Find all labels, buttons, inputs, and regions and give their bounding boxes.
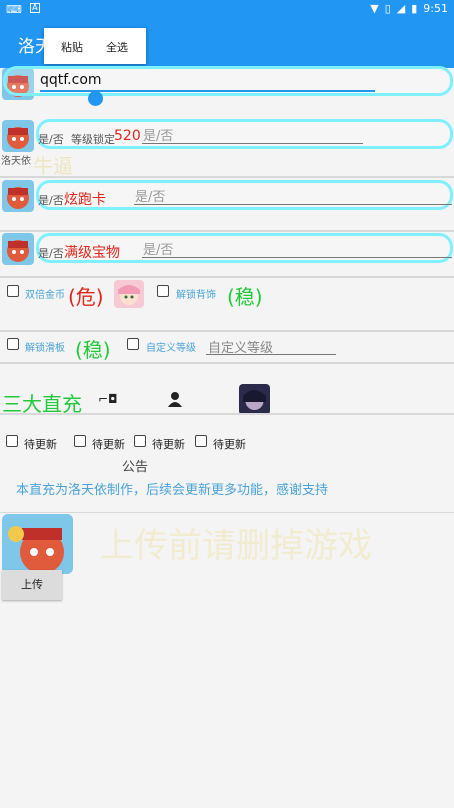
row-divider: [0, 176, 454, 178]
level-lock-toggle-label[interactable]: 是/否: [38, 131, 64, 147]
pending-label: 待更新: [213, 438, 246, 451]
pending-checkbox[interactable]: [6, 435, 18, 447]
row-divider: [0, 330, 454, 332]
wifi-icon: ▼: [370, 2, 379, 15]
dark-avatar: [239, 384, 270, 415]
max-treasure-input[interactable]: 是/否: [143, 239, 173, 258]
signal-icon: ◢: [396, 2, 406, 15]
anime-avatar: [114, 280, 144, 308]
notice-title: 公告: [122, 460, 149, 475]
text-context-menu: 粘贴 全选: [44, 28, 146, 64]
user-icon[interactable]: [168, 391, 182, 411]
stable-tag: (稳): [227, 285, 263, 309]
max-treasure-label: 满级宝物: [64, 245, 120, 261]
unlock-board-label: 解锁滑板: [25, 343, 65, 354]
pending-label: 待更新: [92, 438, 125, 451]
level-lock-value: 520: [114, 128, 141, 144]
row-divider: [0, 230, 454, 232]
upload-warning: 上传前请删掉游戏: [100, 526, 372, 566]
clock: 9:51: [423, 2, 448, 15]
custom-level-label: 自定义等级: [146, 343, 196, 354]
row-divider: [0, 512, 454, 513]
level-lock-input-underline: [142, 143, 363, 144]
upload-button[interactable]: 上传: [2, 570, 62, 600]
level-lock-label: 等级锁定: [71, 133, 115, 146]
run-card-label: 炫跑卡: [64, 192, 106, 208]
sim-icon: ▯: [384, 2, 391, 15]
notification-a-icon: A: [29, 3, 40, 13]
custom-level-checkbox[interactable]: [127, 338, 139, 350]
text-cursor-handle[interactable]: [88, 91, 103, 106]
run-card-input-underline: [134, 204, 452, 205]
keyboard-icon: ⌨: [6, 3, 22, 16]
row-divider: [0, 276, 454, 278]
overlay-text: 牛逼: [33, 154, 73, 178]
run-card-toggle-label[interactable]: 是/否: [38, 192, 64, 208]
pending-checkbox[interactable]: [74, 435, 86, 447]
row-divider: [0, 362, 454, 364]
max-treasure-toggle-label[interactable]: 是/否: [38, 245, 64, 261]
unlock-backpack-label: 解锁背饰: [176, 290, 216, 301]
unlock-backpack-checkbox[interactable]: [157, 285, 169, 297]
game-icon: [2, 514, 73, 574]
url-input[interactable]: qqtf.com: [40, 72, 102, 88]
danger-tag: (危): [68, 285, 104, 309]
level-lock-input[interactable]: 是/否: [143, 125, 173, 144]
avatar: [2, 120, 34, 152]
notice-text: 本直充为洛天依制作，后续会更新更多功能，感谢支持: [16, 483, 329, 498]
double-coin-checkbox[interactable]: [7, 285, 19, 297]
glasses-icon[interactable]: ⌐◘: [98, 392, 118, 406]
pending-label: 待更新: [152, 438, 185, 451]
stable-tag: (稳): [75, 338, 111, 362]
max-treasure-input-underline: [142, 257, 452, 258]
row-divider: [0, 413, 454, 415]
avatar: [2, 233, 34, 265]
battery-icon: ▮: [411, 2, 418, 15]
double-coin-label: 双倍金币: [25, 290, 65, 301]
select-all-menu-item[interactable]: 全选: [106, 39, 128, 55]
pending-label: 待更新: [24, 438, 57, 451]
avatar: [2, 180, 34, 212]
status-bar: ⌨ A ▼ ▯ ◢ ▮ 9:51: [0, 0, 454, 20]
author-label: 洛天依: [1, 156, 31, 167]
custom-level-input-underline: [206, 354, 336, 355]
pending-checkbox[interactable]: [195, 435, 207, 447]
run-card-input[interactable]: 是/否: [135, 186, 165, 205]
unlock-board-checkbox[interactable]: [7, 338, 19, 350]
pending-checkbox[interactable]: [134, 435, 146, 447]
paste-menu-item[interactable]: 粘贴: [61, 39, 83, 55]
